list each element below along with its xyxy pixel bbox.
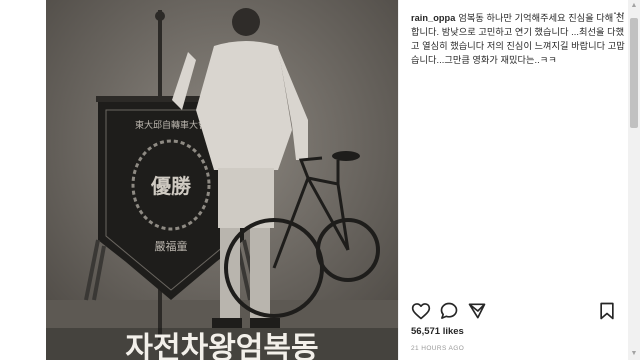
poster-title: 자전차왕엄복동	[125, 331, 318, 360]
likes-count[interactable]: 56,571 likes	[411, 326, 464, 337]
share-button[interactable]	[467, 301, 487, 321]
bookmark-icon[interactable]	[597, 301, 617, 321]
comment-icon[interactable]	[439, 301, 459, 321]
username-link[interactable]: rain_oppa	[411, 13, 455, 23]
action-bar	[411, 301, 621, 323]
banner-top-text: 東大邱自轉車大會	[135, 119, 207, 130]
save-button[interactable]	[597, 301, 617, 321]
vertical-scrollbar[interactable]: ▲ ▼	[628, 0, 640, 360]
like-button[interactable]	[411, 301, 431, 321]
banner-bottom-text: 嚴福童	[155, 239, 188, 253]
post-caption: rain_oppa 엄복동 하나만 기억해주세요 진심을 다해 전합니다. 밤낮으…	[411, 11, 631, 67]
scroll-down-icon[interactable]: ▼	[628, 348, 640, 360]
post-image[interactable]: 優勝 東大邱自轉車大會 嚴福童 자전차왕엄복동	[46, 0, 398, 360]
comment-button[interactable]	[439, 301, 459, 321]
scroll-up-icon[interactable]: ▲	[628, 0, 640, 12]
heart-icon[interactable]	[411, 301, 431, 321]
movie-poster: 優勝 東大邱自轉車大會 嚴福童 자전차왕엄복동	[46, 0, 398, 360]
page-backdrop	[0, 0, 46, 360]
post-side-panel: ⋯ rain_oppa 엄복동 하나만 기억해주세요 진심을 다해 전합니다. 밤…	[398, 0, 629, 360]
share-icon[interactable]	[467, 301, 487, 321]
banner-winner-text: 優勝	[150, 174, 192, 198]
post-timestamp[interactable]: 21 HOURS AGO	[411, 345, 464, 352]
scroll-thumb[interactable]	[630, 18, 638, 128]
